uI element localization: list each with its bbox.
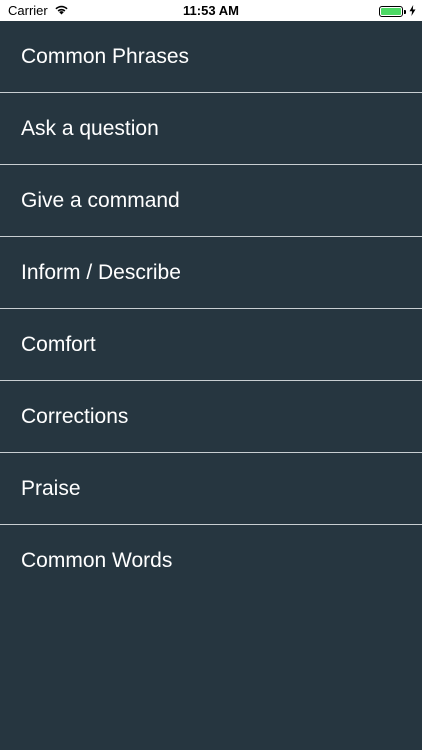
- list-item-label: Ask a question: [21, 116, 159, 140]
- battery-cap: [404, 9, 406, 14]
- status-right: [379, 4, 416, 19]
- list-item-common-phrases[interactable]: Common Phrases: [0, 21, 422, 93]
- list-item-corrections[interactable]: Corrections: [0, 381, 422, 453]
- status-time: 11:53 AM: [183, 3, 239, 18]
- list-item-label: Comfort: [21, 332, 96, 356]
- battery-level-fill: [381, 8, 401, 15]
- list-item-label: Inform / Describe: [21, 260, 181, 284]
- list-item-label: Common Phrases: [21, 44, 190, 68]
- status-bar: Carrier 11:53 AM: [0, 0, 422, 21]
- list-item-label: Praise: [21, 476, 81, 500]
- list-item-praise[interactable]: Praise: [0, 453, 422, 525]
- list-item-label: Give a command: [21, 188, 180, 212]
- list-item-label: Corrections: [21, 404, 129, 428]
- list-item-ask-a-question[interactable]: Ask a question: [0, 93, 422, 165]
- charging-bolt-icon: [409, 4, 416, 19]
- list-item-label: Common Words: [21, 548, 173, 572]
- battery-icon: [379, 6, 403, 17]
- list-item-give-a-command[interactable]: Give a command: [0, 165, 422, 237]
- phrase-category-list: Common Phrases Ask a question Give a com…: [0, 21, 422, 596]
- list-item-comfort[interactable]: Comfort: [0, 309, 422, 381]
- list-item-inform-describe[interactable]: Inform / Describe: [0, 237, 422, 309]
- list-item-common-words[interactable]: Common Words: [0, 525, 422, 596]
